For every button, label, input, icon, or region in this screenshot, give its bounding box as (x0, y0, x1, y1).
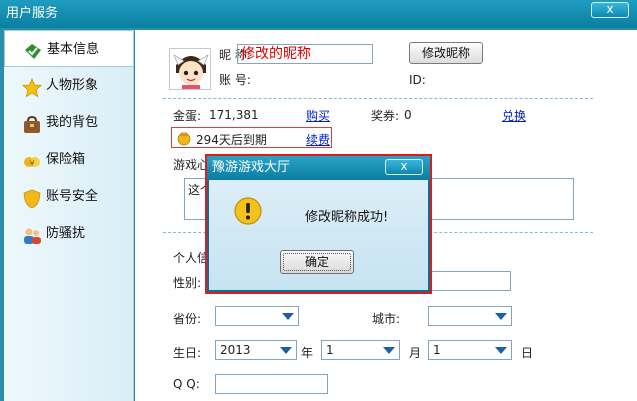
birth-day-select[interactable]: 1 (428, 340, 512, 360)
warning-icon (233, 196, 263, 226)
svg-text:¥: ¥ (29, 159, 34, 168)
chevron-down-icon (282, 313, 294, 320)
month-unit: 月 (409, 346, 422, 360)
sidebar-item-label: 我的背包 (46, 115, 99, 130)
membership-box: 294天后到期 续费 (171, 127, 332, 148)
chevron-down-icon (383, 347, 395, 354)
dialog-title: 豫游游戏大厅 (212, 160, 291, 175)
ticket-label: 奖券: (371, 109, 400, 123)
sidebar-item-label: 人物形象 (46, 78, 99, 93)
sidebar-item-bag[interactable]: 我的背包 (4, 104, 133, 141)
dialog-close-button[interactable]: x (385, 159, 423, 175)
window-title: 用户服务 (6, 6, 59, 21)
province-select[interactable] (215, 306, 299, 326)
qq-input[interactable] (215, 374, 328, 394)
sidebar-item-label: 保险箱 (46, 152, 86, 167)
check-tag-icon (23, 40, 43, 60)
ticket-value: 0 (404, 108, 412, 122)
qq-label: Q Q: (173, 377, 200, 391)
mood-label: 游戏心 (173, 158, 210, 172)
avatar[interactable] (169, 48, 211, 90)
renew-link[interactable]: 续费 (306, 131, 330, 148)
sidebar-item-account-security[interactable]: 账号安全 (4, 178, 133, 215)
user-service-window: 用户服务 x 基本信息 人物形象 我的背包 ¥ 保险箱 账号安全 防骚扰 昵 称… (0, 0, 637, 401)
divider (163, 98, 593, 99)
birth-year-select[interactable]: 2013 (215, 340, 297, 360)
dialog-titlebar: 豫游游戏大厅 x (207, 156, 430, 180)
hidden-field[interactable] (429, 271, 511, 291)
window-titlebar: 用户服务 x (0, 0, 637, 28)
sidebar-item-anti-harass[interactable]: 防骚扰 (4, 215, 133, 252)
dialog-ok-button[interactable]: 确定 (280, 250, 354, 274)
city-label: 城市: (372, 312, 401, 326)
star-icon (21, 76, 43, 98)
gold-value: 171,381 (209, 108, 259, 122)
window-close-button[interactable]: x (591, 2, 629, 18)
success-dialog: 豫游游戏大厅 x 修改昵称成功! 确定 (205, 154, 432, 294)
gold-label: 金蛋: (173, 109, 202, 123)
dialog-body: 修改昵称成功! 确定 (209, 180, 428, 290)
city-select[interactable] (428, 306, 512, 326)
sidebar-item-safe[interactable]: ¥ 保险箱 (4, 141, 133, 178)
bag-icon (22, 113, 42, 133)
change-nickname-button[interactable]: 修改昵称 (409, 42, 483, 64)
gender-label: 性别: (173, 276, 202, 290)
year-unit: 年 (301, 346, 314, 360)
sidebar-item-avatar[interactable]: 人物形象 (4, 67, 133, 104)
day-unit: 日 (521, 346, 534, 360)
users-icon (22, 224, 42, 244)
vip-icon (176, 130, 192, 146)
shield-icon (22, 187, 42, 209)
dialog-ok-label: 确定 (304, 255, 329, 269)
nickname-input[interactable]: 修改的昵称 (237, 44, 373, 64)
birth-month-select[interactable]: 1 (321, 340, 400, 360)
sidebar: 基本信息 人物形象 我的背包 ¥ 保险箱 账号安全 防骚扰 (4, 30, 134, 401)
sidebar-item-label: 账号安全 (46, 189, 99, 204)
personal-section-label: 个人信 (173, 251, 210, 265)
membership-expire-text: 294天后到期 (196, 133, 267, 147)
safe-icon: ¥ (22, 150, 42, 170)
birth-month-value: 1 (326, 343, 334, 357)
sidebar-item-basic-info[interactable]: 基本信息 (4, 30, 133, 67)
exchange-link[interactable]: 兑换 (502, 107, 526, 124)
birthday-label: 生日: (173, 346, 202, 360)
buy-link[interactable]: 购买 (306, 107, 330, 124)
birth-year-value: 2013 (220, 343, 251, 357)
dialog-message: 修改昵称成功! (305, 210, 389, 225)
province-label: 省份: (173, 312, 202, 326)
id-label: ID: (409, 73, 426, 87)
sidebar-item-label: 防骚扰 (46, 226, 86, 241)
chevron-down-icon (280, 347, 292, 354)
chevron-down-icon (495, 347, 507, 354)
account-label: 账 号: (219, 73, 251, 87)
sidebar-item-label: 基本信息 (47, 42, 100, 57)
birth-day-value: 1 (433, 343, 441, 357)
chevron-down-icon (495, 313, 507, 320)
